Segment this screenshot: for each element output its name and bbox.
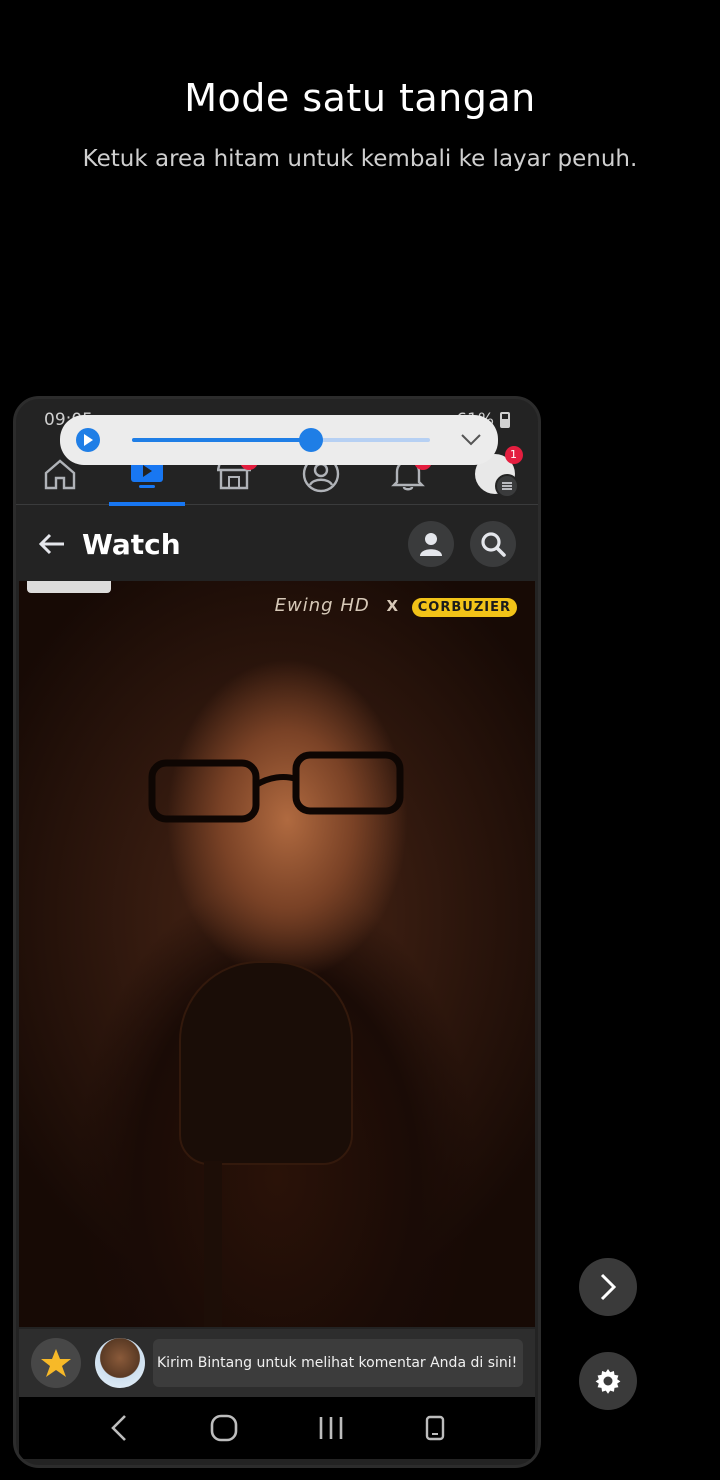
seek-progress [132,438,311,442]
video-player[interactable]: Ewing HD X CORBUZIER [19,581,535,1327]
glasses-shape [148,751,404,823]
hamburger-icon [494,473,519,498]
corbuzier-logo: CORBUZIER [411,598,517,617]
switch-side-button[interactable] [579,1258,637,1316]
shrunk-screen[interactable]: 09:05 61% 2 9 [13,396,541,1468]
commenter-avatar [95,1338,145,1388]
media-control-bar[interactable] [60,415,498,465]
watch-profile-button[interactable] [408,521,454,567]
one-hand-mode-subtitle: Ketuk area hitam untuk kembali ke layar … [82,146,638,172]
chevron-right-icon [600,1273,617,1301]
one-hand-mode-title: Mode satu tangan [184,76,536,120]
page-title: Watch [82,527,181,561]
seek-bar[interactable] [132,428,430,452]
search-button[interactable] [470,521,516,567]
settings-button[interactable] [579,1352,637,1410]
watermark-separator: X [386,597,400,615]
seek-thumb[interactable] [298,428,323,452]
video-chip [27,581,111,593]
person-icon [420,533,442,556]
watch-header: Watch [16,507,538,581]
star-icon [41,1349,71,1377]
screen-icon[interactable] [425,1415,445,1441]
stars-button[interactable] [31,1338,81,1388]
menu-badge: 1 [504,445,523,464]
gear-icon [595,1369,621,1394]
back-icon[interactable] [109,1414,129,1442]
microphone-stand [204,1161,222,1327]
video-watermark: Ewing HD X CORBUZIER [275,595,517,617]
chevron-down-icon[interactable] [460,433,482,447]
play-button[interactable] [76,428,100,452]
comment-bar: Kirim Bintang untuk melihat komentar And… [19,1329,535,1397]
android-navigation-bar [19,1397,535,1459]
microphone-shape [179,961,353,1165]
search-icon [481,532,506,557]
battery-icon [500,412,510,428]
recent-apps-icon[interactable] [318,1415,344,1441]
play-icon [84,434,93,446]
comment-input[interactable]: Kirim Bintang untuk melihat komentar And… [153,1339,523,1387]
back-arrow-icon[interactable] [38,532,66,556]
watermark-text: Ewing HD [274,595,370,616]
home-button-icon[interactable] [210,1414,238,1442]
